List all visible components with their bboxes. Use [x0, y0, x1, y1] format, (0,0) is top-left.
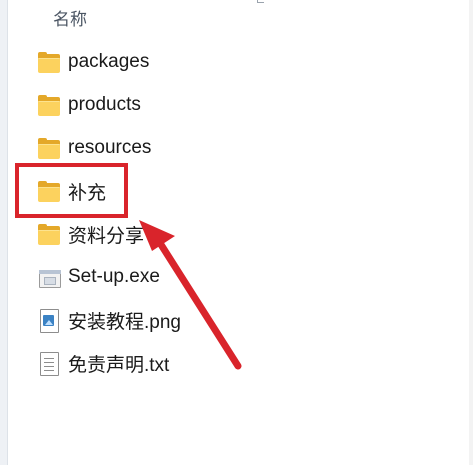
annotation-arrow	[139, 220, 242, 370]
arrow-shaft	[156, 239, 242, 370]
arrow-head	[139, 220, 175, 251]
